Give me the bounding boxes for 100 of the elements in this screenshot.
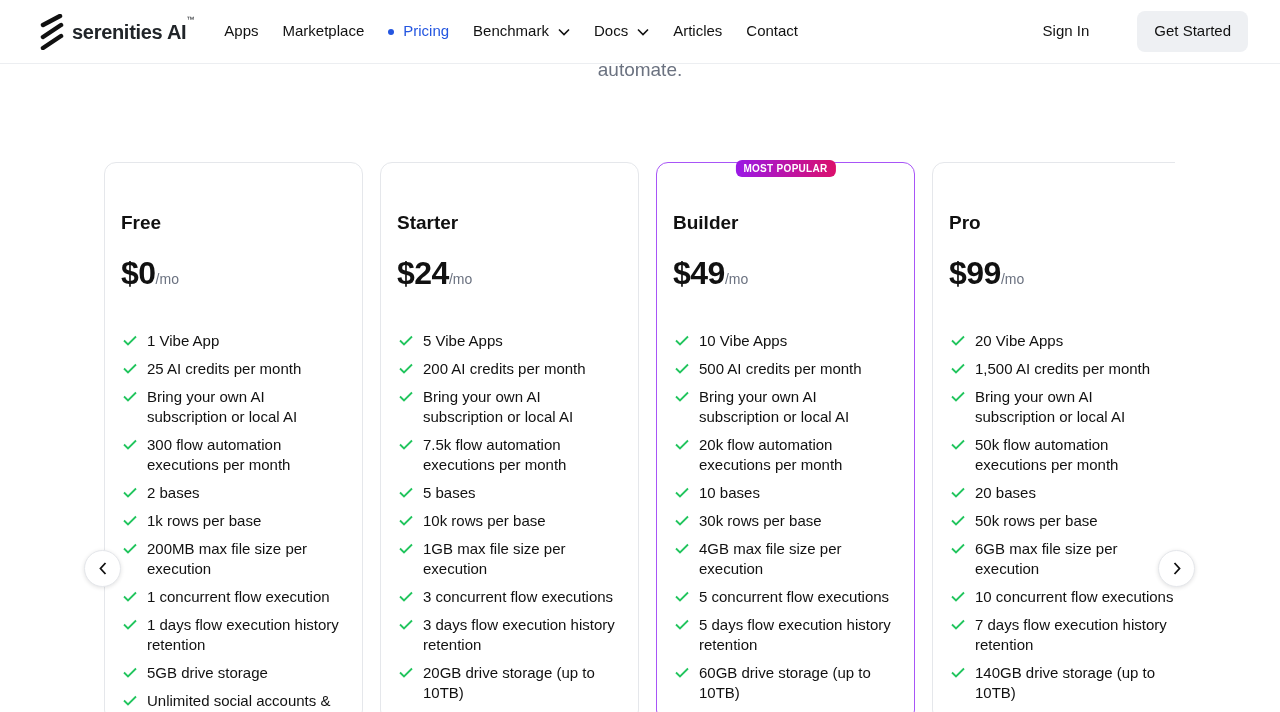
feature-text: 6GB max file size per execution — [975, 539, 1119, 579]
trademark: ™ — [186, 13, 195, 26]
popular-badge: MOST POPULAR — [735, 159, 836, 177]
check-icon — [675, 487, 689, 498]
check-icon — [675, 515, 689, 526]
feature-text: 4GB max file size per execution — [699, 539, 843, 579]
check-icon — [951, 335, 965, 346]
check-icon — [123, 515, 137, 526]
check-icon — [951, 515, 965, 526]
feature-text: 7.5k flow automation executions per month — [423, 435, 568, 475]
price-period: /mo — [448, 271, 473, 289]
feature-text: 20 bases — [975, 483, 1036, 503]
feature-text: 7 days flow execution history retention — [975, 615, 1168, 655]
feature-text: 10k rows per base — [423, 511, 546, 531]
feature-text: 30k rows per base — [699, 511, 822, 531]
chevron-down-icon — [557, 27, 570, 36]
check-icon — [399, 335, 413, 346]
nav-link[interactable]: Docs — [593, 16, 650, 47]
feature-text: 1 concurrent flow execution — [147, 587, 330, 607]
check-icon — [675, 363, 689, 374]
previous-button[interactable] — [84, 550, 121, 587]
check-icon — [951, 391, 965, 402]
feature-text: 50k rows per base — [975, 511, 1098, 531]
check-icon — [675, 335, 689, 346]
check-icon — [675, 619, 689, 630]
chevron-down-icon — [637, 27, 650, 36]
feature-text: 10 concurrent flow executions — [975, 587, 1174, 607]
check-icon — [951, 591, 965, 602]
check-icon — [399, 439, 413, 450]
check-icon — [123, 487, 137, 498]
nav-link[interactable]: Marketplace — [282, 16, 365, 47]
subtitle-text: automate. — [596, 58, 684, 82]
check-icon — [399, 667, 413, 678]
feature-text: 300 flow automation executions per month — [147, 435, 292, 475]
price-period: /mo — [1000, 271, 1025, 289]
feature-text: 2 bases — [147, 483, 200, 503]
feature-text: 20k flow automation executions per month — [699, 435, 844, 475]
feature-text: 60GB drive storage (up to 10TB) — [699, 663, 872, 703]
feature-text: 10 bases — [699, 483, 760, 503]
feature-text: 20 Vibe Apps — [975, 331, 1064, 351]
price-period: /mo — [724, 271, 749, 289]
check-icon — [123, 591, 137, 602]
check-icon — [123, 667, 137, 678]
feature-text: 5 concurrent flow executions — [699, 587, 890, 607]
feature-text: 1 days flow execution history retention — [147, 615, 340, 655]
feature-text: 5 bases — [423, 483, 476, 503]
feature-text: Bring your own AI subscription or local AI — [975, 387, 1127, 427]
nav-link[interactable]: Benchmark — [473, 16, 570, 47]
feature-text: 10 Vibe Apps — [699, 331, 788, 351]
nav-link[interactable]: Articles — [673, 16, 723, 47]
feature-text: 500 AI credits per month — [699, 359, 862, 379]
check-icon — [123, 439, 137, 450]
check-icon — [399, 515, 413, 526]
check-icon — [399, 619, 413, 630]
feature-text: 1 Vibe App — [147, 331, 220, 351]
check-icon — [123, 391, 137, 402]
plan-price: $24 — [397, 254, 449, 293]
feature-text: 3 days flow execution history retention — [423, 615, 616, 655]
check-icon — [675, 591, 689, 602]
feature-text: Unlimited social accounts & — [147, 691, 331, 711]
check-icon — [399, 591, 413, 602]
feature-text: 25 AI credits per month — [147, 359, 302, 379]
check-icon — [123, 543, 137, 554]
price-period: /mo — [155, 271, 179, 289]
nav-link[interactable]: Contact — [746, 16, 799, 47]
feature-text: Bring your own AI subscription or local AI — [423, 387, 575, 427]
check-icon — [951, 543, 965, 554]
feature-text: Bring your own AI subscription or local AI — [699, 387, 851, 427]
feature-text: 50k flow automation executions per month — [975, 435, 1120, 475]
brand-name[interactable]: serenities AI — [72, 16, 187, 47]
plan-name: Pro — [949, 210, 982, 235]
feature-text: 20GB drive storage (up to 10TB) — [423, 663, 596, 703]
nav-link[interactable]: Pricing — [388, 16, 450, 47]
nav-link[interactable]: Apps — [224, 16, 259, 47]
check-icon — [123, 695, 137, 706]
sign-in-link[interactable]: Sign In — [1042, 20, 1090, 43]
next-button[interactable] — [1158, 550, 1195, 587]
feature-text: Bring your own AI subscription or local AI — [147, 387, 299, 427]
check-icon — [123, 619, 137, 630]
feature-text: 200 AI credits per month — [423, 359, 586, 379]
feature-text: 5GB drive storage — [147, 663, 268, 683]
logo-icon[interactable] — [40, 13, 64, 50]
check-icon — [951, 363, 965, 374]
feature-text: 200MB max file size per execution — [147, 539, 309, 579]
check-icon — [675, 667, 689, 678]
check-icon — [123, 363, 137, 374]
check-icon — [951, 487, 965, 498]
check-icon — [675, 391, 689, 402]
check-icon — [951, 439, 965, 450]
check-icon — [123, 335, 137, 346]
plan-name: Builder — [673, 210, 740, 235]
feature-text: 3 concurrent flow executions — [423, 587, 614, 607]
feature-text: 5 days flow execution history retention — [699, 615, 892, 655]
get-started-button[interactable]: Get Started — [1137, 11, 1248, 52]
check-icon — [399, 363, 413, 374]
plan-price: $99 — [949, 254, 1001, 293]
feature-text: 5 Vibe Apps — [423, 331, 503, 351]
check-icon — [675, 439, 689, 450]
feature-text: 1k rows per base — [147, 511, 262, 531]
chevron-left-icon — [98, 562, 107, 575]
